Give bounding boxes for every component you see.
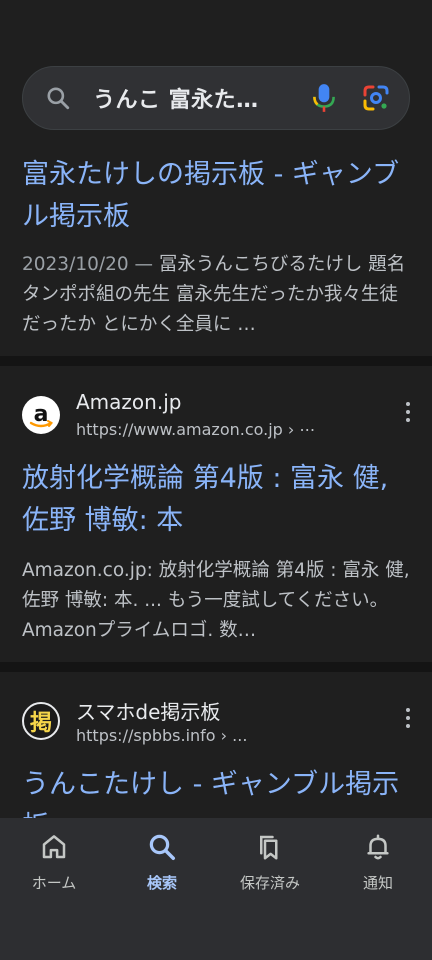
search-bar[interactable]: うんこ 富永た… xyxy=(22,66,410,130)
home-icon xyxy=(42,835,66,859)
microphone-icon[interactable] xyxy=(311,82,337,114)
site-url: https://spbbs.info › ... xyxy=(76,726,248,745)
nav-label: 通知 xyxy=(362,874,393,892)
result-divider xyxy=(0,356,432,366)
search-result-card: 富永たけしの掲示板 - ギャンブル掲示板 2023/10/20 — 冨永うんこち… xyxy=(0,140,432,356)
site-name: スマホde掲示板 xyxy=(76,700,221,724)
site-name: Amazon.jp xyxy=(76,390,182,414)
search-result-card: 掲 スマホde掲示板 https://spbbs.info › ... うんこた… xyxy=(0,672,432,818)
site-info[interactable]: 掲 スマホde掲示板 https://spbbs.info › ... xyxy=(22,696,412,746)
nav-label: 検索 xyxy=(146,874,177,892)
bottom-navigation: ホーム 検索 保存済み 通知 xyxy=(0,818,432,960)
result-divider xyxy=(0,662,432,672)
nav-search[interactable]: 検索 xyxy=(108,818,216,960)
bell-icon xyxy=(367,834,389,860)
amazon-favicon: a xyxy=(22,396,60,434)
site-info[interactable]: a Amazon.jp https://www.amazon.co.jp › ⋯ xyxy=(22,390,412,440)
search-result-card: a Amazon.jp https://www.amazon.co.jp › ⋯… xyxy=(0,366,432,662)
search-icon xyxy=(47,87,70,110)
favicon-letter: 掲 xyxy=(29,711,52,736)
search-query[interactable]: うんこ 富永た… xyxy=(93,82,297,114)
nav-home[interactable]: ホーム xyxy=(0,818,108,960)
amazon-logo-icon: a xyxy=(29,402,54,428)
screen: うんこ 富永た… 富永たけしの掲示板 - ギャンブル掲示板 2023/10/20… xyxy=(0,0,432,960)
result-snippet: 2023/10/20 — 冨永うんこちびるたけし 題名 タンポポ組の先生 富永先… xyxy=(22,250,414,342)
result-title[interactable]: 富永たけしの掲示板 - ギャンブル掲示板 xyxy=(22,154,412,238)
nav-label: 保存済み xyxy=(239,874,300,892)
site-url: https://www.amazon.co.jp › ⋯ xyxy=(76,420,316,439)
more-options-icon[interactable] xyxy=(404,402,412,424)
bookmarks-icon xyxy=(260,835,278,860)
site-favicon: 掲 xyxy=(22,702,60,740)
result-snippet: Amazon.co.jp: 放射化学概論 第4版 : 富永 健, 佐野 博敏: … xyxy=(22,560,410,641)
google-lens-icon[interactable] xyxy=(361,83,391,113)
nav-label: ホーム xyxy=(31,874,77,892)
more-options-icon[interactable] xyxy=(404,708,412,730)
nav-notifications[interactable]: 通知 xyxy=(324,818,432,960)
search-icon xyxy=(149,834,175,860)
result-title[interactable]: うんこたけし - ギャンブル掲示板 xyxy=(22,764,412,818)
nav-saved[interactable]: 保存済み xyxy=(216,818,324,960)
date-separator: — xyxy=(128,254,159,275)
result-date: 2023/10/20 xyxy=(22,254,129,275)
svg-text:a: a xyxy=(34,402,49,427)
result-title[interactable]: 放射化学概論 第4版 : 富永 健, 佐野 博敏: 本 xyxy=(22,458,412,542)
